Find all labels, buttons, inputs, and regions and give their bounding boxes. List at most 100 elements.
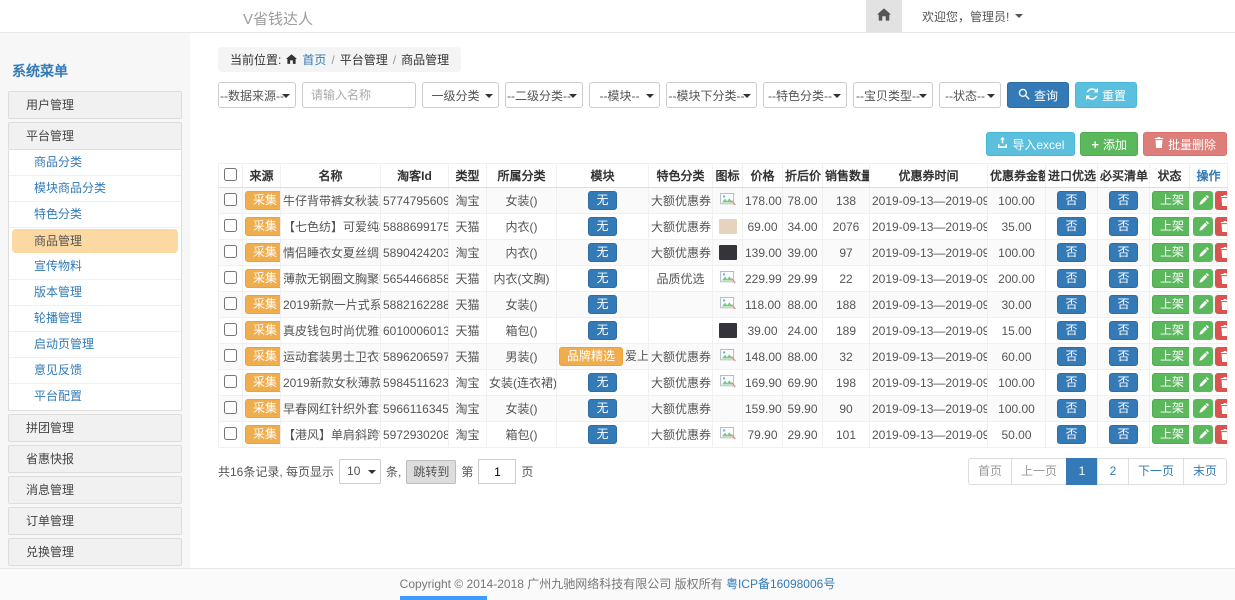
- delete-button[interactable]: [1215, 425, 1228, 444]
- icp-link[interactable]: 粤ICP备16098006号: [726, 577, 835, 591]
- pager-item[interactable]: 末页: [1183, 458, 1227, 485]
- status-badge[interactable]: 上架: [1152, 347, 1190, 366]
- module-badge[interactable]: 无: [588, 321, 616, 340]
- reset-button[interactable]: 重置: [1075, 82, 1137, 108]
- must-buy-badge[interactable]: 否: [1109, 321, 1137, 340]
- status-badge[interactable]: 上架: [1152, 321, 1190, 340]
- edit-button[interactable]: [1193, 347, 1213, 366]
- sidebar-item[interactable]: 宣传物料: [9, 254, 181, 280]
- edit-button[interactable]: [1193, 425, 1213, 444]
- first-category-select[interactable]: 一级分类: [422, 82, 499, 108]
- data-source-select[interactable]: --数据来源--: [218, 82, 296, 108]
- search-button[interactable]: 查询: [1007, 82, 1069, 108]
- select-all-checkbox[interactable]: [224, 168, 237, 181]
- sidebar-group[interactable]: 消息管理: [8, 476, 182, 504]
- delete-button[interactable]: [1215, 399, 1228, 418]
- status-badge[interactable]: 上架: [1152, 425, 1190, 444]
- pager-item[interactable]: 下一页: [1128, 458, 1184, 485]
- row-checkbox[interactable]: [224, 427, 237, 440]
- edit-button[interactable]: [1193, 373, 1213, 392]
- breadcrumb-item[interactable]: 平台管理: [340, 51, 388, 68]
- module-badge[interactable]: 无: [588, 217, 616, 236]
- edit-button[interactable]: [1193, 243, 1213, 262]
- home-button[interactable]: [866, 0, 902, 32]
- sidebar-group[interactable]: 拼团管理: [8, 414, 182, 442]
- pager-item[interactable]: 上一页: [1011, 458, 1067, 485]
- must-buy-badge[interactable]: 否: [1109, 425, 1137, 444]
- row-checkbox[interactable]: [224, 349, 237, 362]
- edit-button[interactable]: [1193, 217, 1213, 236]
- breadcrumb-item[interactable]: 商品管理: [401, 51, 449, 68]
- status-badge[interactable]: 上架: [1152, 243, 1190, 262]
- delete-button[interactable]: [1215, 347, 1228, 366]
- import-select-badge[interactable]: 否: [1057, 373, 1085, 392]
- pager-item[interactable]: 首页: [968, 458, 1012, 485]
- import-select-badge[interactable]: 否: [1057, 191, 1085, 210]
- import-excel-button[interactable]: 导入excel: [986, 132, 1075, 156]
- must-buy-badge[interactable]: 否: [1109, 217, 1137, 236]
- import-select-badge[interactable]: 否: [1057, 321, 1085, 340]
- import-select-badge[interactable]: 否: [1057, 217, 1085, 236]
- row-checkbox[interactable]: [224, 193, 237, 206]
- delete-button[interactable]: [1215, 321, 1228, 340]
- import-select-badge[interactable]: 否: [1057, 243, 1085, 262]
- must-buy-badge[interactable]: 否: [1109, 399, 1137, 418]
- status-badge[interactable]: 上架: [1152, 217, 1190, 236]
- feature-category-select[interactable]: --特色分类--: [763, 82, 847, 108]
- pager-page-active[interactable]: 1: [1066, 458, 1098, 485]
- edit-button[interactable]: [1193, 321, 1213, 340]
- pager-item[interactable]: 2: [1097, 458, 1129, 485]
- module-badge[interactable]: 品牌精选: [559, 347, 623, 366]
- module-badge[interactable]: 无: [588, 295, 616, 314]
- row-checkbox[interactable]: [224, 271, 237, 284]
- sidebar-item[interactable]: 轮播管理: [9, 306, 181, 332]
- import-select-badge[interactable]: 否: [1057, 399, 1085, 418]
- delete-button[interactable]: [1215, 217, 1228, 236]
- import-select-badge[interactable]: 否: [1057, 347, 1085, 366]
- status-badge[interactable]: 上架: [1152, 191, 1190, 210]
- import-select-badge[interactable]: 否: [1057, 269, 1085, 288]
- module-badge[interactable]: 无: [588, 373, 616, 392]
- edit-button[interactable]: [1193, 399, 1213, 418]
- must-buy-badge[interactable]: 否: [1109, 295, 1137, 314]
- edit-button[interactable]: [1193, 191, 1213, 210]
- must-buy-badge[interactable]: 否: [1109, 191, 1137, 210]
- delete-button[interactable]: [1215, 243, 1228, 262]
- sidebar-item[interactable]: 版本管理: [9, 280, 181, 306]
- status-badge[interactable]: 上架: [1152, 399, 1190, 418]
- must-buy-badge[interactable]: 否: [1109, 373, 1137, 392]
- status-badge[interactable]: 上架: [1152, 373, 1190, 392]
- row-checkbox[interactable]: [224, 323, 237, 336]
- module-sub-category-select[interactable]: --模块下分类--: [666, 82, 757, 108]
- row-checkbox[interactable]: [224, 375, 237, 388]
- module-badge[interactable]: 无: [588, 191, 616, 210]
- module-select[interactable]: --模块--: [589, 82, 660, 108]
- module-badge[interactable]: 无: [588, 425, 616, 444]
- status-badge[interactable]: 上架: [1152, 269, 1190, 288]
- must-buy-badge[interactable]: 否: [1109, 243, 1137, 262]
- sidebar-item[interactable]: 平台配置: [9, 384, 181, 410]
- item-type-select[interactable]: --宝贝类型--: [853, 82, 933, 108]
- must-buy-badge[interactable]: 否: [1109, 347, 1137, 366]
- status-select[interactable]: --状态--: [939, 82, 1001, 108]
- sidebar-item[interactable]: 特色分类: [9, 202, 181, 228]
- row-checkbox[interactable]: [224, 219, 237, 232]
- breadcrumb-home-link[interactable]: 首页: [302, 51, 326, 68]
- delete-button[interactable]: [1215, 295, 1228, 314]
- delete-button[interactable]: [1215, 191, 1228, 210]
- sidebar-group[interactable]: 兑换管理: [8, 538, 182, 566]
- jump-button[interactable]: 跳转到: [406, 460, 456, 484]
- module-badge[interactable]: 无: [588, 269, 616, 288]
- sidebar-item[interactable]: 模块商品分类: [9, 176, 181, 202]
- delete-button[interactable]: [1215, 373, 1228, 392]
- add-button[interactable]: + 添加: [1080, 132, 1138, 156]
- sidebar-group[interactable]: 平台管理: [8, 122, 182, 150]
- page-number-input[interactable]: [478, 459, 516, 484]
- per-page-select[interactable]: 10: [339, 459, 381, 484]
- batch-delete-button[interactable]: 批量删除: [1143, 132, 1227, 156]
- sidebar-item-active[interactable]: 商品管理: [12, 229, 178, 253]
- name-input[interactable]: [302, 82, 416, 108]
- user-menu[interactable]: 欢迎您，管理员!: [922, 8, 1023, 25]
- sidebar-item[interactable]: 意见反馈: [9, 358, 181, 384]
- row-checkbox[interactable]: [224, 297, 237, 310]
